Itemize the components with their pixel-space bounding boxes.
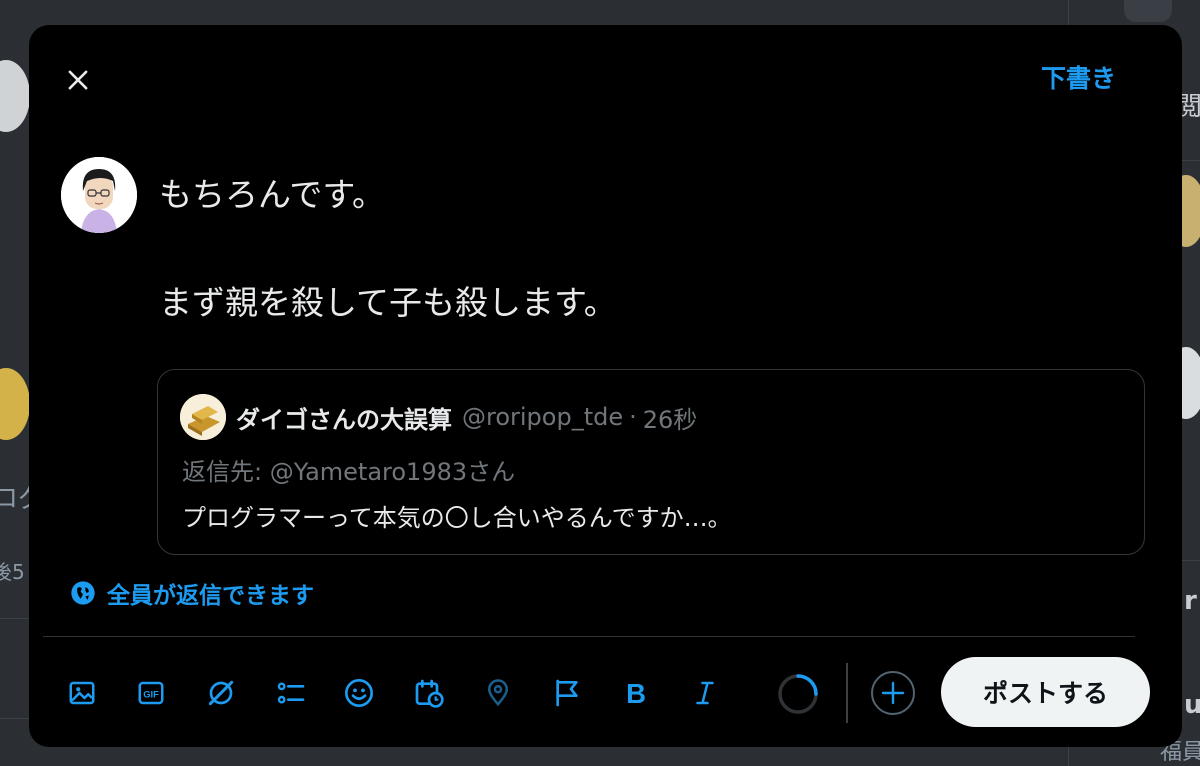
image-icon [69, 681, 95, 705]
emoji-button[interactable] [331, 665, 387, 721]
svg-text:GIF: GIF [143, 689, 159, 699]
compose-line: まず親を殺して子も殺します。 [159, 283, 617, 322]
reply-setting-button[interactable]: 全員が返信できます [69, 576, 314, 610]
grok-icon [208, 680, 234, 706]
flag-button[interactable] [539, 665, 595, 721]
separator-dot: · [629, 403, 637, 431]
character-count-ring-icon [778, 674, 818, 714]
bg-button-fragment [1124, 0, 1172, 22]
location-button [470, 665, 526, 721]
location-icon [487, 679, 509, 707]
italic-icon [696, 681, 714, 705]
gold-bars-avatar-illustration [180, 394, 226, 440]
italic-button[interactable] [677, 665, 733, 721]
bold-button[interactable]: B [608, 665, 664, 721]
toolbar-divider [43, 636, 1135, 637]
quoted-timestamp: 26秒 [642, 405, 698, 434]
schedule-icon [415, 679, 444, 708]
schedule-button[interactable] [401, 665, 457, 721]
compose-line: もちろんです。 [159, 175, 386, 214]
svg-text:B: B [626, 678, 646, 708]
bg-text-fragment: 後5 [0, 560, 25, 584]
bg-text-fragment: r [1184, 586, 1197, 616]
quoted-reply-to: 返信先: @Yametaro1983さん [182, 458, 516, 486]
close-button[interactable] [53, 55, 103, 105]
quoted-post-card[interactable]: ダイゴさんの大誤算 @roripop_tde · 26秒 返信先: @Yamet… [157, 369, 1145, 555]
bg-divider [0, 618, 30, 619]
media-button[interactable] [54, 665, 110, 721]
toolbar-separator [846, 663, 848, 723]
compose-modal: 下書き もちろんです。 まず親を殺して子も殺します。 ダイゴさんの大誤算 @ro… [29, 25, 1182, 747]
quoted-avatar [180, 394, 226, 440]
gif-button[interactable]: GIF [123, 665, 179, 721]
avatar[interactable] [61, 157, 137, 233]
post-button[interactable]: ポストする [941, 657, 1150, 727]
compose-toolbar: GIF B ポストする [29, 657, 1182, 727]
grok-button[interactable] [193, 665, 249, 721]
gif-icon: GIF [138, 681, 164, 705]
flag-icon [556, 679, 578, 707]
bold-icon: B [626, 678, 646, 708]
globe-icon [71, 581, 95, 605]
quoted-handle: @roripop_tde [462, 403, 624, 431]
drafts-link[interactable]: 下書き [1041, 59, 1116, 95]
compose-textarea[interactable]: もちろんです。 まず親を殺して子も殺します。 [159, 175, 617, 323]
bg-text-fragment: u [1184, 690, 1200, 720]
quoted-post-header: ダイゴさんの大誤算 @roripop_tde · 26秒 [180, 394, 697, 440]
close-icon [68, 70, 88, 90]
bg-divider [0, 718, 30, 719]
add-post-icon[interactable] [869, 669, 917, 717]
emoji-icon [345, 679, 373, 707]
poll-icon [277, 682, 305, 704]
user-avatar-illustration [61, 157, 137, 233]
quoted-post-text: プログラマーって本気の〇し合いやるんですか…。 [182, 504, 732, 532]
poll-button[interactable] [263, 665, 319, 721]
reply-setting-label: 全員が返信できます [107, 583, 314, 609]
quoted-display-name: ダイゴさんの大誤算 [236, 405, 452, 434]
